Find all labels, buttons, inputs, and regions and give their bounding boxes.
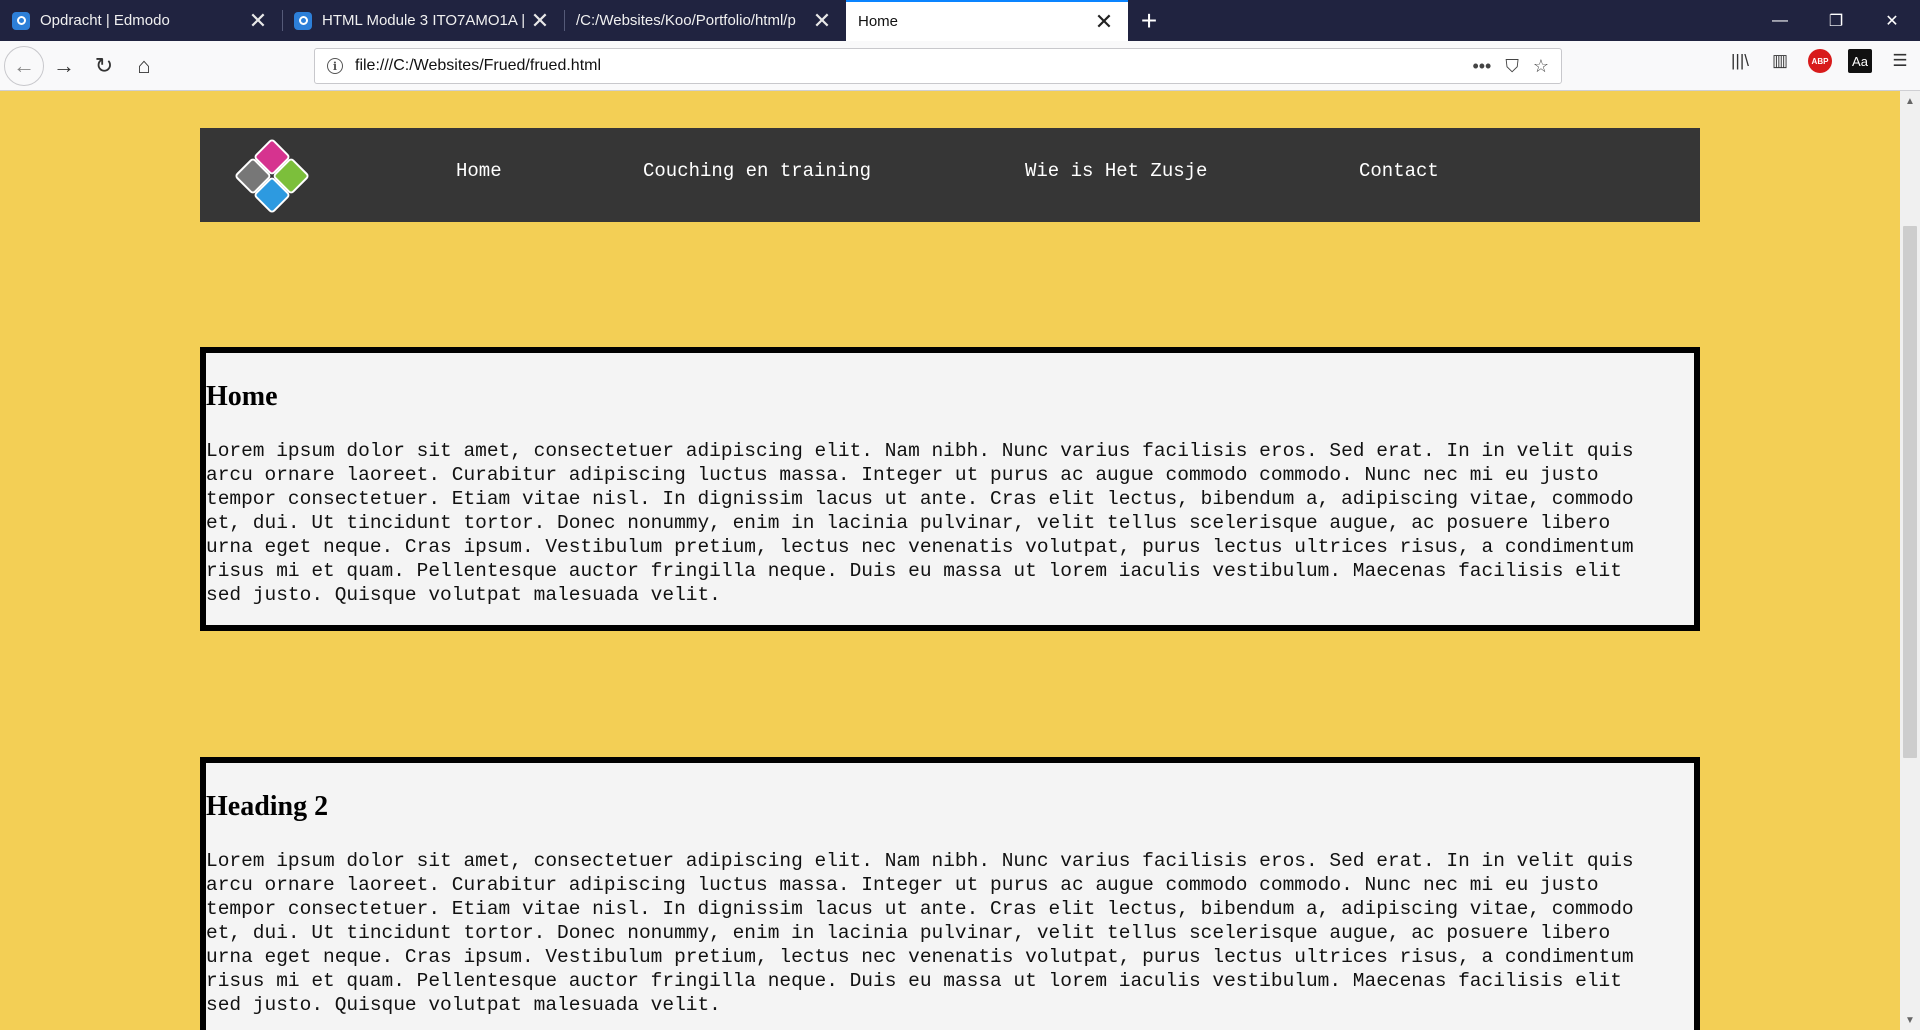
address-bar[interactable]: i file:///C:/Websites/Frued/frued.html •… xyxy=(314,48,1562,84)
url-text[interactable]: file:///C:/Websites/Frued/frued.html xyxy=(355,57,1472,75)
scrollbar-thumb[interactable] xyxy=(1903,226,1917,758)
site-header: Home Couching en training Wie is Het Zus… xyxy=(200,128,1700,222)
tab-title: Home xyxy=(858,13,899,30)
section-body: Lorem ipsum dolor sit amet, consectetuer… xyxy=(206,850,1634,1016)
page-viewport: Home Couching en training Wie is Het Zus… xyxy=(0,91,1900,1030)
adblock-icon[interactable]: ABP xyxy=(1808,49,1832,73)
toolbar-extensions: |||\ ▥ ABP Aa ☰ xyxy=(1728,49,1912,73)
edmodo-favicon-icon xyxy=(294,11,312,30)
library-icon[interactable]: |||\ xyxy=(1728,49,1752,73)
navigation-toolbar: ← → ↻ ⌂ i file:///C:/Websites/Frued/frue… xyxy=(0,41,1920,91)
tab-portfolio[interactable]: /C:/Websites/Koo/Portfolio/html/p ✕ xyxy=(564,0,846,41)
vertical-scrollbar[interactable]: ▲ ▼ xyxy=(1900,91,1920,1030)
nav-link-contact[interactable]: Contact xyxy=(1359,160,1439,182)
scroll-down-icon[interactable]: ▼ xyxy=(1900,1010,1920,1030)
section-heading: Heading 2 xyxy=(206,791,329,822)
tab-edmodo[interactable]: Opdracht | Edmodo ✕ xyxy=(0,0,282,41)
content-section-home: Home Lorem ipsum dolor sit amet, consect… xyxy=(200,347,1700,631)
edmodo-favicon-icon xyxy=(12,11,30,30)
tab-home[interactable]: Home ✕ xyxy=(846,0,1128,41)
restore-icon[interactable]: ❐ xyxy=(1808,0,1864,41)
content-section-heading-2: Heading 2 Lorem ipsum dolor sit amet, co… xyxy=(200,757,1700,1030)
close-window-icon[interactable]: ✕ xyxy=(1864,0,1920,41)
pocket-icon[interactable]: ⛉ xyxy=(1505,56,1519,77)
section-heading: Home xyxy=(206,381,278,412)
nav-link-couching-en-training[interactable]: Couching en training xyxy=(643,160,871,182)
scroll-up-icon[interactable]: ▲ xyxy=(1900,91,1920,111)
nav-link-wie-is-het-zusje[interactable]: Wie is Het Zusje xyxy=(1025,160,1207,182)
reload-button[interactable]: ↻ xyxy=(84,46,124,86)
page-actions-icon[interactable]: ••• xyxy=(1472,56,1491,77)
section-body: Lorem ipsum dolor sit amet, consectetuer… xyxy=(206,440,1634,606)
hamburger-menu-icon[interactable]: ☰ xyxy=(1888,49,1912,73)
tab-title: HTML Module 3 ITO7AMO1A | xyxy=(322,12,526,29)
minimize-icon[interactable]: — xyxy=(1752,0,1808,41)
close-tab-icon[interactable]: ✕ xyxy=(246,8,270,33)
site-info-button[interactable]: i xyxy=(315,58,355,74)
tab-strip: Opdracht | Edmodo ✕ HTML Module 3 ITO7AM… xyxy=(0,0,1920,41)
new-tab-button[interactable]: + xyxy=(1128,0,1170,41)
info-icon: i xyxy=(327,58,343,74)
close-tab-icon[interactable]: ✕ xyxy=(1092,9,1116,34)
bookmark-star-icon[interactable]: ☆ xyxy=(1533,56,1549,77)
forward-button[interactable]: → xyxy=(44,46,84,86)
dictionary-icon[interactable]: Aa xyxy=(1848,49,1872,73)
home-button[interactable]: ⌂ xyxy=(124,46,164,86)
tab-title: /C:/Websites/Koo/Portfolio/html/p xyxy=(576,12,796,29)
close-tab-icon[interactable]: ✕ xyxy=(810,8,834,33)
window-controls: — ❐ ✕ xyxy=(1752,0,1920,41)
tab-html-module[interactable]: HTML Module 3 ITO7AMO1A | ✕ xyxy=(282,0,564,41)
back-button[interactable]: ← xyxy=(4,45,44,86)
nav-link-home[interactable]: Home xyxy=(456,160,502,182)
close-tab-icon[interactable]: ✕ xyxy=(528,8,552,33)
logo-icon xyxy=(235,139,309,213)
tab-title: Opdracht | Edmodo xyxy=(40,12,170,29)
sidebar-icon[interactable]: ▥ xyxy=(1768,49,1792,73)
